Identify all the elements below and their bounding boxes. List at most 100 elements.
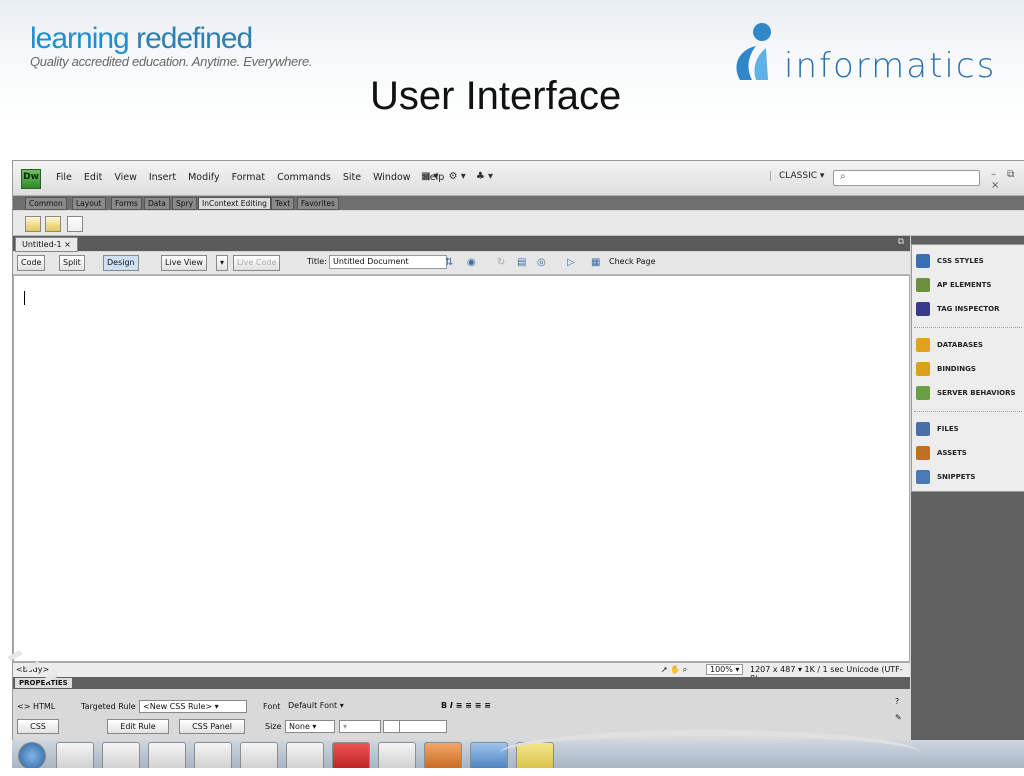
- insert-tab-data[interactable]: Data: [144, 197, 170, 210]
- taskbar-item[interactable]: [56, 742, 94, 768]
- live-view-dropdown[interactable]: ▾: [216, 255, 229, 271]
- html-mode-button[interactable]: <> HTML: [17, 702, 55, 711]
- panel-bindings[interactable]: BINDINGS: [916, 358, 976, 380]
- panel-files[interactable]: FILES: [916, 418, 959, 440]
- menu-format[interactable]: Format: [226, 172, 271, 183]
- targeted-rule-select[interactable]: <New CSS Rule> ▾: [139, 700, 247, 713]
- insert-tab-layout[interactable]: Layout: [72, 197, 106, 210]
- taskbar-item[interactable]: [378, 742, 416, 768]
- server-behaviors-icon: [916, 386, 930, 400]
- insert-tab-common[interactable]: Common: [25, 197, 67, 210]
- zoom-tool-icon[interactable]: ⌕: [683, 665, 687, 674]
- help-icon[interactable]: ?: [895, 697, 899, 706]
- menu-commands[interactable]: Commands: [271, 172, 337, 183]
- menu-window[interactable]: Window: [367, 172, 416, 183]
- menu-edit[interactable]: Edit: [78, 172, 108, 183]
- menu-insert[interactable]: Insert: [143, 172, 182, 183]
- size-unit-select[interactable]: ▾: [339, 720, 381, 733]
- panel-label: SERVER BEHAVIORS: [937, 389, 1016, 397]
- title-input[interactable]: Untitled Document: [329, 255, 447, 269]
- design-view[interactable]: [13, 275, 910, 662]
- insert-div-icon[interactable]: [25, 216, 41, 232]
- insert-tab-spry[interactable]: Spry: [172, 197, 198, 210]
- size-select[interactable]: None ▾: [285, 720, 335, 733]
- company-logo: informatics: [722, 18, 994, 88]
- check-page-icon[interactable]: ▦: [591, 257, 600, 268]
- edit-rule-button[interactable]: Edit Rule: [107, 719, 169, 734]
- informatics-i-icon: [736, 23, 771, 80]
- format-buttons[interactable]: B I ≡ ≡ ≡ ≡: [441, 701, 491, 710]
- live-view-button[interactable]: Live View: [161, 255, 207, 271]
- insert-tab-incontext-editing[interactable]: InContext Editing: [198, 197, 271, 210]
- quick-tag-icon[interactable]: ✎: [895, 713, 902, 722]
- start-button[interactable]: [18, 742, 46, 768]
- color-input[interactable]: [399, 720, 447, 733]
- main-menu: File Edit View Insert Modify Format Commands Si…: [50, 172, 450, 183]
- taskbar-item[interactable]: [194, 742, 232, 768]
- taskbar-item[interactable]: [332, 742, 370, 768]
- menu-bar: Dw File Edit View Insert Modify Format Command…: [13, 161, 1024, 196]
- panel-databases[interactable]: DATABASES: [916, 334, 983, 356]
- taskbar-item[interactable]: [240, 742, 278, 768]
- assets-icon: [916, 446, 930, 460]
- panel-dock: CSS STYLES AP ELEMENTS TAG INSPECTOR DATABA…: [911, 236, 1024, 746]
- snippets-icon: [916, 470, 930, 484]
- document-toolbar: Code Split Design Live View ▾ Live Code …: [13, 252, 910, 275]
- visual-aids-icon[interactable]: ◎: [537, 257, 546, 268]
- search-icon: ⌕: [840, 171, 846, 182]
- zoom-select[interactable]: 100% ▾: [706, 664, 744, 675]
- menu-view[interactable]: View: [108, 172, 143, 183]
- site-icon[interactable]: ♣ ▾: [476, 171, 493, 182]
- select-tool-icon[interactable]: ➚: [661, 665, 668, 674]
- panel-group-list: CSS STYLES AP ELEMENTS TAG INSPECTOR DATABA…: [911, 244, 1024, 492]
- panel-label: SNIPPETS: [937, 473, 976, 481]
- code-view-button[interactable]: Code: [17, 255, 46, 271]
- validate-icon[interactable]: ▷: [567, 257, 575, 268]
- workspace-switcher[interactable]: CLASSIC ▾: [770, 171, 824, 181]
- split-view-button[interactable]: Split: [59, 255, 85, 271]
- preview-icon[interactable]: ◉: [467, 257, 476, 268]
- panel-label: DATABASES: [937, 341, 983, 349]
- dreamweaver-window: Dw File Edit View Insert Modify Format Command…: [12, 160, 1024, 747]
- insert-tab-text[interactable]: Text: [271, 197, 295, 210]
- design-view-button[interactable]: Design: [103, 255, 139, 271]
- css-panel-button[interactable]: CSS Panel: [179, 719, 245, 734]
- layout-icons: ▦ ▾ ⚙ ▾ ♣ ▾: [421, 171, 493, 182]
- taskbar-item[interactable]: [148, 742, 186, 768]
- menu-site[interactable]: Site: [337, 172, 367, 183]
- taskbar-item[interactable]: [102, 742, 140, 768]
- layout-icon[interactable]: ▦ ▾: [421, 171, 439, 182]
- live-code-button[interactable]: Live Code: [233, 255, 281, 271]
- menu-file[interactable]: File: [50, 172, 78, 183]
- brand-tagline: Quality accredited education. Anytime. E…: [30, 54, 313, 69]
- panel-tag-inspector[interactable]: TAG INSPECTOR: [916, 298, 1000, 320]
- insert-tab-favorites[interactable]: Favorites: [297, 197, 339, 210]
- panel-snippets[interactable]: SNIPPETS: [916, 466, 975, 488]
- view-options-icon[interactable]: ▤: [517, 257, 526, 268]
- file-management-icon[interactable]: ⇅: [445, 257, 453, 268]
- panel-css-styles[interactable]: CSS STYLES: [916, 250, 984, 272]
- check-page-button[interactable]: Check Page: [609, 257, 656, 266]
- brand-title-redefined: redefined: [136, 22, 253, 55]
- panel-ap-elements[interactable]: AP ELEMENTS: [916, 274, 991, 296]
- css-mode-button[interactable]: CSS: [17, 719, 59, 734]
- extend-icon[interactable]: ⚙ ▾: [449, 171, 466, 182]
- insert-text-icon[interactable]: [67, 216, 83, 232]
- panel-assets[interactable]: ASSETS: [916, 442, 967, 464]
- insert-tab-forms[interactable]: Forms: [111, 197, 142, 210]
- taskbar-item[interactable]: [286, 742, 324, 768]
- text-caret: [24, 291, 25, 305]
- zoom-value: 100%: [710, 665, 733, 674]
- search-input[interactable]: ⌕: [833, 170, 980, 186]
- restore-icon[interactable]: ⧉: [898, 237, 904, 247]
- refresh-icon[interactable]: ↻: [497, 257, 505, 268]
- tab-untitled-1[interactable]: Untitled-1 ×: [15, 237, 78, 252]
- insert-editable-icon[interactable]: [45, 216, 61, 232]
- menu-modify[interactable]: Modify: [182, 172, 225, 183]
- hand-tool-icon[interactable]: ✋: [670, 665, 680, 674]
- panel-server-behaviors[interactable]: SERVER BEHAVIORS: [916, 382, 1016, 404]
- font-select[interactable]: Default Font ▾: [285, 700, 437, 711]
- panel-label: BINDINGS: [937, 365, 976, 373]
- window-controls[interactable]: – ⧉ ×: [991, 169, 1024, 191]
- taskbar-item[interactable]: [424, 742, 462, 768]
